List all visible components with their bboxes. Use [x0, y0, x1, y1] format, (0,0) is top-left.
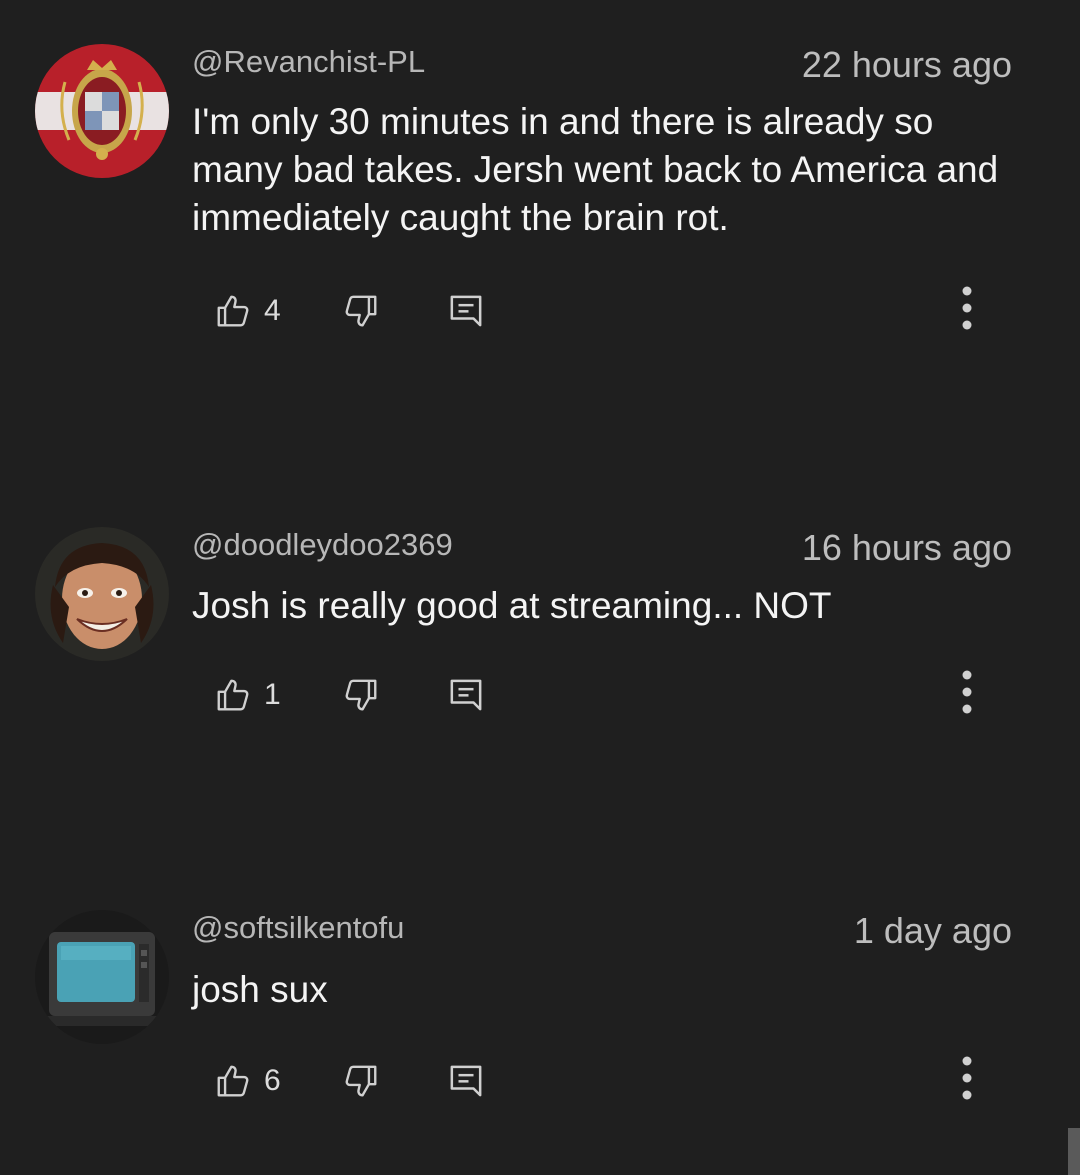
- reply-comment-icon: [450, 295, 482, 327]
- like-button[interactable]: 1: [214, 670, 281, 720]
- more-vert-icon: [962, 670, 972, 714]
- like-count: 1: [264, 678, 281, 711]
- comment-author[interactable]: @softsilkentofu: [192, 910, 404, 946]
- comment-menu-button[interactable]: [952, 280, 982, 340]
- comment-text: Josh is really good at streaming... NOT: [192, 585, 832, 626]
- avatar[interactable]: [35, 910, 169, 1044]
- comment-author[interactable]: @Revanchist-PL: [192, 44, 425, 80]
- avatar[interactable]: [35, 44, 169, 178]
- comment-actions: 6: [0, 1056, 1080, 1106]
- reply-comment-icon: [450, 1065, 482, 1097]
- polish-crest-avatar: [35, 44, 169, 178]
- comment-text: I'm only 30 minutes in and there is alre…: [192, 101, 999, 238]
- thumbs-up-icon: [217, 295, 249, 327]
- dislike-button[interactable]: [342, 286, 380, 336]
- comment-actions: 4: [0, 286, 1080, 336]
- reply-comment-icon: [450, 679, 482, 711]
- like-count: 6: [264, 1064, 281, 1097]
- comment-actions: 1: [0, 670, 1080, 720]
- like-button[interactable]: 6: [214, 1056, 281, 1106]
- reply-button[interactable]: [446, 286, 486, 336]
- scrollbar[interactable]: [1068, 1128, 1080, 1175]
- dislike-button[interactable]: [342, 670, 380, 720]
- more-vert-icon: [962, 286, 972, 330]
- reply-button[interactable]: [446, 1056, 486, 1106]
- avatar[interactable]: [35, 527, 169, 661]
- dislike-button[interactable]: [342, 1056, 380, 1106]
- more-vert-icon: [962, 1056, 972, 1100]
- thumbs-up-icon: [217, 1065, 249, 1097]
- reply-button[interactable]: [446, 670, 486, 720]
- comment-text: josh sux: [192, 969, 328, 1010]
- like-count: 4: [264, 294, 281, 327]
- thumbs-down-icon: [345, 679, 377, 711]
- comment-timestamp: 16 hours ago: [801, 527, 1012, 568]
- comment-timestamp: 22 hours ago: [801, 44, 1012, 85]
- like-button[interactable]: 4: [214, 286, 281, 336]
- comment-timestamp: 1 day ago: [853, 910, 1012, 951]
- grinning-face-avatar: [35, 527, 169, 661]
- crt-monitor-avatar: [35, 910, 169, 1044]
- comment-menu-button[interactable]: [952, 664, 982, 724]
- thumbs-up-icon: [217, 679, 249, 711]
- comment-author[interactable]: @doodleydoo2369: [192, 527, 453, 563]
- thumbs-down-icon: [345, 1065, 377, 1097]
- comment-menu-button[interactable]: [952, 1050, 982, 1110]
- thumbs-down-icon: [345, 295, 377, 327]
